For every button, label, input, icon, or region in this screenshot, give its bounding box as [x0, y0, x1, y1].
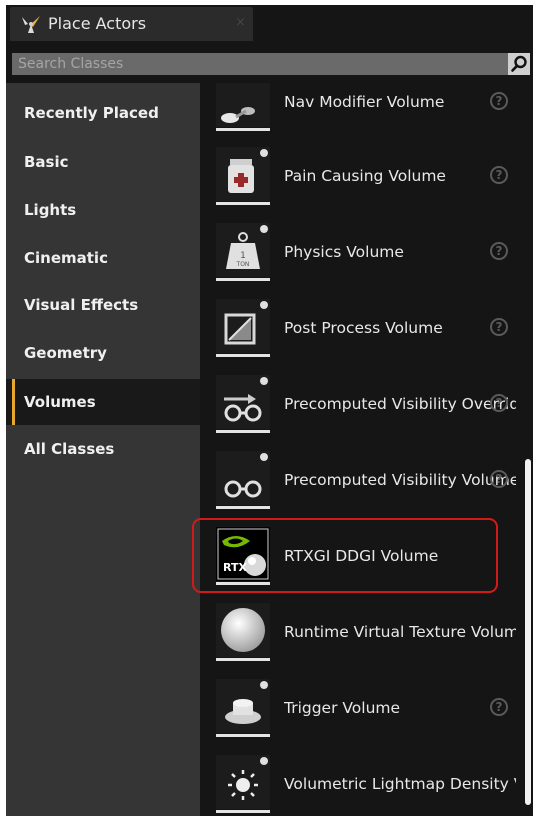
star-icon	[260, 301, 268, 309]
list-item-pain-causing-volume[interactable]: Pain Causing Volume ?	[200, 139, 520, 213]
help-icon[interactable]: ?	[490, 318, 508, 336]
list-item-nav-modifier-volume[interactable]: Nav Modifier Volume ?	[200, 83, 520, 139]
nav-item-recently-placed[interactable]: Recently Placed	[6, 90, 200, 136]
nav-item-label: Geometry	[24, 344, 107, 362]
svg-text:TON: TON	[236, 261, 250, 268]
nav-item-visual-effects[interactable]: Visual Effects	[6, 282, 200, 328]
precomputed-visibility-override-icon	[216, 375, 270, 433]
precomputed-visibility-volume-icon	[216, 451, 270, 509]
help-icon[interactable]: ?	[490, 698, 508, 716]
volumetric-lightmap-icon	[216, 755, 270, 813]
nav-item-label: Volumes	[24, 393, 96, 411]
list-item-precomputed-visibility-volume[interactable]: Precomputed Visibility Volume ?	[200, 443, 520, 517]
search-button[interactable]	[508, 53, 530, 75]
star-icon	[260, 225, 268, 233]
trigger-volume-icon	[216, 679, 270, 737]
thumb-underline	[216, 202, 270, 205]
item-label: Runtime Virtual Texture Volume	[284, 623, 516, 641]
nav-item-cinematic[interactable]: Cinematic	[6, 235, 200, 281]
star-icon	[260, 757, 268, 765]
nav-item-lights[interactable]: Lights	[6, 187, 200, 233]
tab-place-actors[interactable]: Place Actors ×	[10, 7, 253, 41]
search-icon	[511, 55, 527, 72]
thumb-underline	[216, 734, 270, 737]
help-icon[interactable]: ?	[490, 394, 508, 412]
place-actors-panel: Place Actors × Recently Placed Basic Lig…	[6, 5, 533, 816]
highlight-box	[192, 518, 498, 593]
tab-close-icon[interactable]: ×	[235, 15, 246, 30]
pain-causing-volume-icon	[216, 147, 270, 205]
star-icon	[260, 681, 268, 689]
tab-strip: Place Actors ×	[6, 5, 533, 43]
star-icon	[260, 377, 268, 385]
item-label: Pain Causing Volume	[284, 167, 446, 185]
star-icon	[260, 453, 268, 461]
nav-item-basic[interactable]: Basic	[6, 139, 200, 185]
thumb-underline	[216, 810, 270, 813]
scrollbar-track[interactable]	[522, 83, 533, 816]
list-item-precomputed-visibility-override[interactable]: Precomputed Visibility Override Volume ?	[200, 367, 520, 441]
item-label: Precomputed Visibility Override Volume	[284, 395, 516, 413]
item-label: Volumetric Lightmap Density Volume	[284, 775, 516, 793]
list-item-post-process-volume[interactable]: Post Process Volume ?	[200, 291, 520, 365]
scrollbar-thumb[interactable]	[525, 459, 531, 805]
list-item-trigger-volume[interactable]: Trigger Volume ?	[200, 671, 520, 745]
place-actors-icon	[20, 14, 42, 34]
nav-item-label: Cinematic	[24, 249, 108, 267]
runtime-virtual-texture-icon	[216, 603, 270, 661]
star-icon	[260, 149, 268, 157]
nav-item-volumes[interactable]: Volumes	[6, 379, 200, 425]
item-label: Trigger Volume	[284, 699, 401, 717]
thumb-underline	[216, 128, 270, 131]
nav-item-label: Recently Placed	[24, 104, 159, 122]
list-item-volumetric-lightmap-density-volume[interactable]: Volumetric Lightmap Density Volume	[200, 747, 520, 816]
nav-item-label: All Classes	[24, 440, 115, 458]
nav-item-label: Lights	[24, 201, 77, 219]
post-process-volume-icon	[216, 299, 270, 357]
help-icon[interactable]: ?	[490, 92, 508, 110]
nav-modifier-volume-icon	[216, 83, 270, 131]
tab-title: Place Actors	[48, 14, 147, 33]
thumb-underline	[216, 278, 270, 281]
item-label: Nav Modifier Volume	[284, 93, 445, 111]
nav-item-label: Visual Effects	[24, 296, 139, 314]
item-label: Physics Volume	[284, 243, 404, 261]
help-icon[interactable]: ?	[490, 166, 508, 184]
thumb-underline	[216, 658, 270, 661]
item-label: Precomputed Visibility Volume	[284, 471, 516, 489]
help-icon[interactable]: ?	[490, 470, 508, 488]
thumb-underline	[216, 430, 270, 433]
physics-volume-icon: 1 TON	[216, 223, 270, 281]
thumb-underline	[216, 354, 270, 357]
item-label: Post Process Volume	[284, 319, 443, 337]
list-item-physics-volume[interactable]: 1 TON Physics Volume ?	[200, 215, 520, 289]
thumb-underline	[216, 506, 270, 509]
nav-item-all-classes[interactable]: All Classes	[6, 426, 200, 472]
search-classes-input[interactable]	[12, 53, 508, 75]
category-nav: Recently Placed Basic Lights Cinematic V…	[6, 83, 200, 816]
nav-item-geometry[interactable]: Geometry	[6, 330, 200, 376]
actor-list[interactable]: Nav Modifier Volume ? Pain Causing Volum…	[200, 83, 520, 816]
help-icon[interactable]: ?	[490, 242, 508, 260]
nav-item-label: Basic	[24, 153, 69, 171]
list-item-runtime-virtual-texture-volume[interactable]: Runtime Virtual Texture Volume	[200, 595, 520, 669]
svg-text:1: 1	[240, 251, 246, 261]
